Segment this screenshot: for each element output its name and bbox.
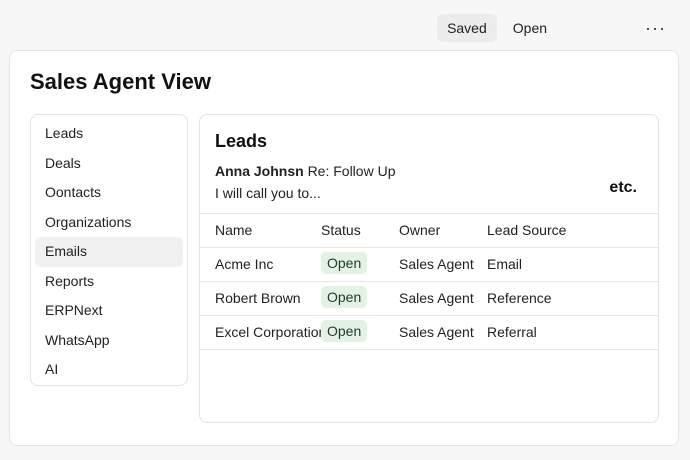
email-preview-text: I will call you to... — [215, 185, 321, 201]
status-badge: Open — [321, 252, 368, 274]
table-row[interactable]: Acme Inc Open Sales Agent Email — [200, 247, 658, 281]
lead-owner: Sales Agent — [399, 256, 474, 272]
status-cell: Open — [321, 282, 368, 315]
sidebar-item-organizations[interactable]: Organizations — [35, 208, 183, 238]
sidebar-item-erpnext[interactable]: ERPNext — [35, 296, 183, 326]
lead-name: Acme Inc — [215, 256, 274, 272]
email-preview-header[interactable]: Anna Johnsn Re: Follow Up — [215, 163, 395, 179]
main-card: Sales Agent View Leads Deals Oontacts Or… — [9, 50, 679, 446]
sidebar-item-reports[interactable]: Reports — [35, 267, 183, 297]
saved-button[interactable]: Saved — [437, 14, 497, 42]
lead-source: Email — [487, 256, 523, 272]
status-cell: Open — [321, 248, 368, 281]
sidebar-item-contacts[interactable]: Oontacts — [35, 178, 183, 208]
sidebar-item-leads[interactable]: Leads — [35, 119, 183, 149]
sidebar-item-ai[interactable]: AI — [35, 355, 183, 385]
top-toolbar: Saved Open ··· — [437, 14, 670, 42]
column-header-status[interactable]: Status — [321, 214, 361, 247]
open-button[interactable]: Open — [503, 14, 557, 42]
sidebar-item-deals[interactable]: Deals — [35, 149, 183, 179]
status-cell: Open — [321, 316, 368, 349]
lead-name: Excel Corporation — [215, 324, 327, 340]
status-badge: Open — [321, 320, 368, 342]
table-header-row: Name Status Owner Lead Source — [200, 213, 658, 247]
more-horizontal-icon[interactable]: ··· — [641, 16, 670, 41]
sidebar-item-whatsapp[interactable]: WhatsApp — [35, 326, 183, 356]
lead-owner: Sales Agent — [399, 324, 474, 340]
column-header-name[interactable]: Name — [215, 214, 252, 247]
lead-name: Robert Brown — [215, 290, 301, 306]
panel-title: Leads — [215, 131, 268, 151]
lead-owner: Sales Agent — [399, 290, 474, 306]
lead-source: Referral — [487, 324, 537, 340]
etc-label: etc. — [609, 179, 637, 196]
sidebar: Leads Deals Oontacts Organizations Email… — [30, 114, 188, 386]
column-header-lead-source[interactable]: Lead Source — [487, 214, 566, 247]
content-panel: Leads Anna Johnsn Re: Follow Up I will c… — [199, 114, 659, 423]
email-sender: Anna Johnsn — [215, 163, 304, 179]
table-row[interactable]: Excel Corporation Open Sales Agent Refer… — [200, 315, 658, 350]
leads-table: Name Status Owner Lead Source Acme Inc O… — [200, 213, 658, 350]
sidebar-item-emails[interactable]: Emails — [35, 237, 183, 267]
lead-source: Reference — [487, 290, 552, 306]
table-row[interactable]: Robert Brown Open Sales Agent Reference — [200, 281, 658, 315]
email-subject: Re: Follow Up — [307, 163, 396, 179]
page-title: Sales Agent View — [30, 69, 211, 94]
status-badge: Open — [321, 286, 368, 308]
column-header-owner[interactable]: Owner — [399, 214, 440, 247]
